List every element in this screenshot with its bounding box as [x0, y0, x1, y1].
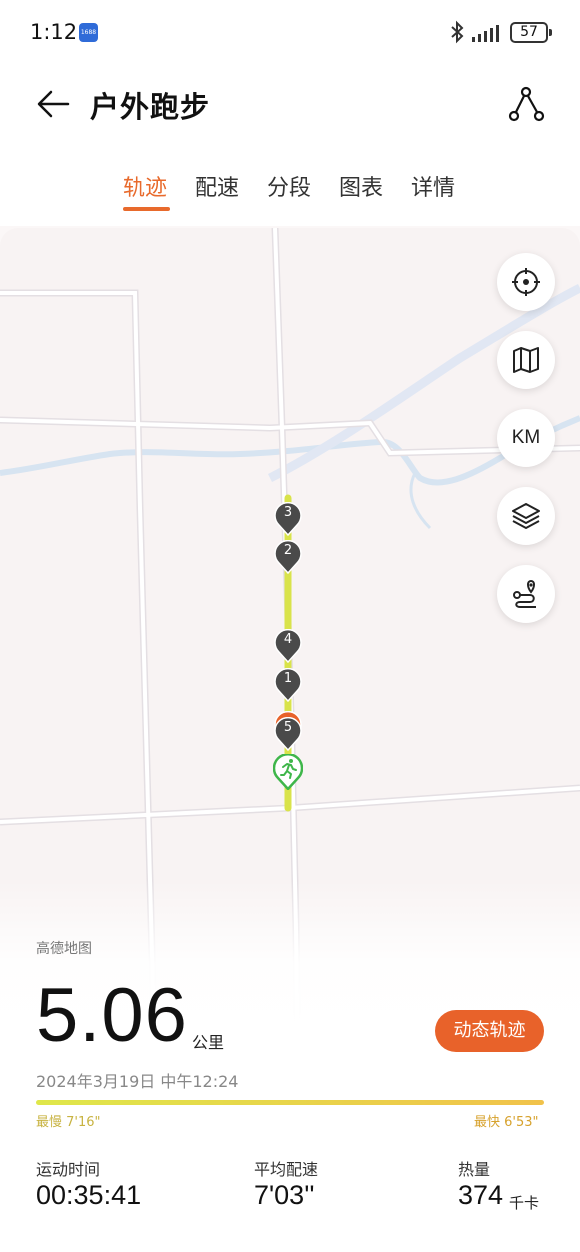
signal-icon [472, 25, 499, 42]
tab-bar: 轨迹 配速 分段 图表 详情 [0, 154, 580, 226]
distance-value: 5.06 [36, 973, 188, 1058]
pace-gradient-bar [36, 1100, 544, 1105]
calories-value: 374 [458, 1180, 504, 1210]
header: 户外跑步 [0, 64, 580, 154]
km-marker-1[interactable]: 1 [274, 667, 302, 703]
map-type-button[interactable] [497, 331, 555, 389]
workout-datetime: 2024年3月19日 中午12:24 [36, 1072, 239, 1091]
duration-value: 00:35:41 [36, 1180, 142, 1210]
distance-unit: 公里 [192, 1033, 225, 1052]
km-toggle-button[interactable]: KM [497, 409, 555, 467]
locate-icon [512, 268, 540, 296]
km-marker-2[interactable]: 2 [274, 539, 302, 575]
km-marker-label: 1 [283, 671, 293, 686]
calories-label: 热量 [458, 1160, 491, 1179]
fastest-pace: 最快 6'53" [474, 1115, 539, 1130]
app-1688-icon: 1688 [79, 23, 98, 42]
km-marker-3[interactable]: 3 [274, 501, 302, 537]
km-label: KM [511, 427, 541, 448]
avg-pace-value: 7'03'' [254, 1180, 315, 1210]
page-title: 户外跑步 [90, 90, 211, 124]
duration-label: 运动时间 [36, 1160, 101, 1179]
km-marker-label: 3 [283, 505, 293, 520]
status-bar: 1:12 1688 57 [0, 0, 580, 64]
km-marker-label: 2 [283, 543, 293, 558]
dynamic-track-button[interactable]: 动态轨迹 [435, 1010, 544, 1052]
slowest-pace: 最慢 7'16" [36, 1115, 101, 1130]
km-marker-label: 5 [283, 720, 293, 735]
map-icon [513, 347, 539, 373]
calories-unit: 千卡 [509, 1194, 540, 1212]
km-marker-5[interactable]: 5 [274, 716, 302, 752]
active-tab-indicator [123, 207, 170, 211]
layers-icon [512, 503, 540, 529]
avg-pace-label: 平均配速 [254, 1160, 319, 1179]
tab-pace[interactable]: 配速 [195, 170, 239, 202]
tab-segments[interactable]: 分段 [267, 170, 311, 202]
locate-button[interactable] [497, 253, 555, 311]
route-pin-button[interactable] [497, 565, 555, 623]
status-time: 1:12 [30, 20, 78, 44]
tab-charts[interactable]: 图表 [339, 170, 383, 202]
layers-button[interactable] [497, 487, 555, 545]
km-marker-4[interactable]: 4 [274, 628, 302, 664]
bluetooth-icon [451, 20, 464, 44]
running-icon [272, 752, 304, 791]
tab-track[interactable]: 轨迹 [123, 170, 167, 202]
battery-icon: 57 [510, 22, 552, 43]
start-marker[interactable] [272, 752, 304, 791]
km-marker-label: 4 [283, 632, 293, 647]
route-pin-icon [513, 579, 536, 608]
route-share-icon[interactable] [504, 82, 548, 126]
arrow-left-icon[interactable] [34, 84, 74, 124]
map-attribution: 高德地图 [36, 941, 92, 957]
tab-details[interactable]: 详情 [411, 170, 455, 202]
